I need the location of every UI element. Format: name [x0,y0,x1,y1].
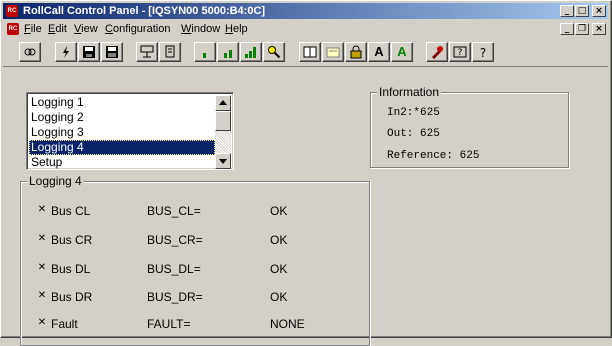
mdi-minimize-button[interactable]: _ [560,23,574,35]
row-key: FAULT= [147,317,191,331]
rollcall-app-icon[interactable]: RC [6,5,18,17]
row-value: OK [270,262,288,276]
card-icon[interactable] [322,42,344,62]
device-icon[interactable] [159,42,181,62]
bus-dr-checkbox[interactable]: ✕ [37,291,47,301]
table-row: ✕ Bus CR BUS_CR= OK [21,232,361,248]
row-label: Bus CL [51,204,91,218]
window-title: RollCall Control Panel - [IQSYN00 5000:B… [23,5,266,17]
mdi-close-button[interactable]: × [592,23,606,35]
information-group: Information In2:*625 Out: 625 Reference:… [370,85,569,168]
table-row: ✕ Fault FAULT= NONE [21,316,361,332]
minimize-button[interactable]: _ [560,5,574,17]
logging-group: Logging 4 ✕ Bus CL BUS_CL= OK ✕ Bus CR B… [20,174,370,346]
logging-group-title: Logging 4 [27,174,84,188]
whats-this-icon[interactable]: ? [472,42,494,62]
save-icon[interactable] [78,42,100,62]
title-bar[interactable]: RC RollCall Control Panel - [IQSYN00 500… [3,3,608,19]
row-key: BUS_DL= [147,262,201,276]
list-item[interactable]: Logging 1 [29,95,215,110]
svg-text:?: ? [480,46,486,59]
close-button[interactable]: × [592,5,606,17]
row-key: BUS_CR= [147,233,203,247]
row-value: OK [270,233,288,247]
info-line-in2: In2:*625 [387,107,440,119]
mdi-restore-button[interactable]: ❐ [575,23,589,35]
menu-edit[interactable]: Edit [48,22,67,36]
menu-configuration[interactable]: Configuration [105,22,170,36]
maximize-button[interactable]: □ [575,5,589,17]
menu-view[interactable]: View [74,22,98,36]
bar-medium-icon[interactable] [217,42,239,62]
table-row: ✕ Bus CL BUS_CL= OK [21,203,361,219]
list-scrollbar[interactable] [215,95,231,169]
row-key: BUS_DR= [147,290,203,304]
document-system-menu-icon[interactable]: RC [7,23,19,35]
toolbar: A A ? ? [3,40,608,67]
network-icon[interactable] [136,42,158,62]
row-value: NONE [270,317,305,331]
scroll-thumb[interactable] [215,111,231,131]
help-icon[interactable]: ? [449,42,471,62]
chevron-up-icon [219,100,227,105]
row-label: Bus DL [51,262,91,276]
lock-icon[interactable] [345,42,367,62]
book-icon[interactable] [299,42,321,62]
svg-text:?: ? [458,48,463,58]
info-line-out: Out: 625 [387,128,440,140]
list-item-selected[interactable]: Logging 4 [29,140,215,155]
row-label: Bus DR [51,290,93,304]
bar-small-icon[interactable] [194,42,216,62]
row-label: Bus CR [51,233,93,247]
menu-help[interactable]: Help [225,22,248,36]
info-line-reference: Reference: 625 [387,150,480,162]
save-all-icon[interactable] [101,42,123,62]
scroll-up-button[interactable] [215,95,231,111]
table-row: ✕ Bus DR BUS_DR= OK [21,289,361,305]
menu-window[interactable]: Window [181,22,220,36]
font-a-green-icon[interactable]: A [391,42,413,62]
row-key: BUS_CL= [147,204,201,218]
search-icon[interactable] [263,42,285,62]
list-item[interactable]: Setup [29,155,215,170]
menu-file[interactable]: File [24,22,42,36]
page-listbox[interactable]: Logging 1 Logging 2 Logging 3 Logging 4 … [26,92,234,170]
bar-large-icon[interactable] [240,42,262,62]
flash-icon[interactable] [55,42,77,62]
bus-cr-checkbox[interactable]: ✕ [37,234,47,244]
tools-icon[interactable] [426,42,448,62]
bus-dl-checkbox[interactable]: ✕ [37,263,47,273]
information-group-title: Information [377,85,442,99]
font-a-icon[interactable]: A [368,42,390,62]
row-value: OK [270,204,288,218]
fault-checkbox[interactable]: ✕ [37,318,47,328]
menu-bar: RC File Edit View Configuration Window H… [3,20,608,38]
bus-cl-checkbox[interactable]: ✕ [37,205,47,215]
chevron-down-icon [219,159,227,164]
list-item[interactable]: Logging 3 [29,125,215,140]
list-item[interactable]: Logging 2 [29,110,215,125]
row-value: OK [270,290,288,304]
row-label: Fault [51,317,78,331]
connect-icon[interactable] [19,42,41,62]
table-row: ✕ Bus DL BUS_DL= OK [21,261,361,277]
scroll-down-button[interactable] [215,153,231,169]
